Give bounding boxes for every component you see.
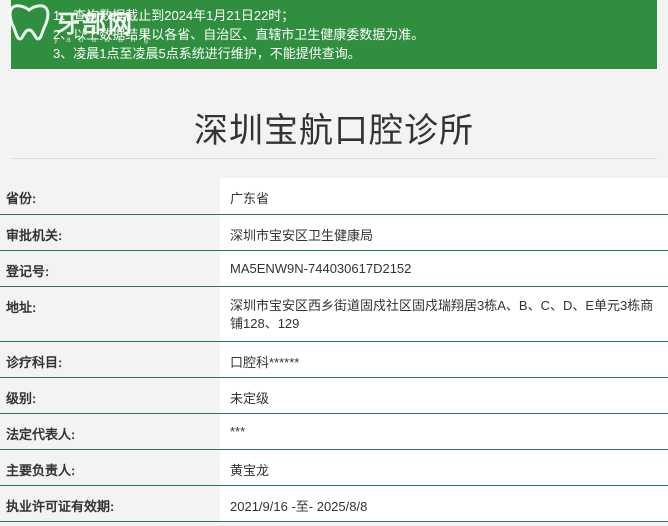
row-value-legal-rep: *** <box>220 413 668 449</box>
row-value-departments: 口腔科****** <box>220 341 668 377</box>
table-row: 审批机关: 深圳市宝安区卫生健康局 <box>0 214 668 250</box>
title-divider <box>11 158 657 159</box>
row-label-departments: 诊疗科目: <box>0 341 220 377</box>
table-row: 诊疗科目: 口腔科****** <box>0 341 668 377</box>
row-label-registration: 登记号: <box>0 250 220 286</box>
row-label-province: 省份: <box>0 178 220 214</box>
table-row: 登记号: MA5ENW9N-744030617D2152 <box>0 250 668 286</box>
table-row: 法定代表人: *** <box>0 413 668 449</box>
table-row: 级别: 未定级 <box>0 377 668 413</box>
row-value-level: 未定级 <box>220 377 668 413</box>
address-text: 深圳市宝安区西乡街道固戍社区固戍瑞翔居3栋A、B、C、D、E单元3栋商铺128、… <box>230 297 654 331</box>
table-row: 执业许可证有效期: 2021/9/16 -至- 2025/8/8 <box>0 485 668 521</box>
row-label-license-validity: 执业许可证有效期: <box>0 485 220 521</box>
table-row: 省份: 广东省 <box>0 178 668 214</box>
row-value-authority: 深圳市宝安区卫生健康局 <box>220 214 668 250</box>
table-row: 主要负责人: 黄宝龙 <box>0 449 668 485</box>
notice-banner: 1、查询数据截止到2024年1月21日22时； 2、以上数据结果以各省、自治区、… <box>11 0 657 69</box>
row-label-level: 级别: <box>0 377 220 413</box>
notice-line-2: 2、以上数据结果以各省、自治区、直辖市卫生健康委数据为准。 <box>53 27 425 42</box>
row-value-registration: MA5ENW9N-744030617D2152 <box>220 250 668 286</box>
table-row: 地址: 深圳市宝安区西乡街道固戍社区固戍瑞翔居3栋A、B、C、D、E单元3栋商铺… <box>0 286 668 341</box>
row-label-address: 地址: <box>0 286 220 341</box>
clinic-info-table: 省份: 广东省 审批机关: 深圳市宝安区卫生健康局 登记号: MA5ENW9N-… <box>0 178 668 522</box>
row-label-authority: 审批机关: <box>0 214 220 250</box>
row-value-license-validity: 2021/9/16 -至- 2025/8/8 <box>220 485 668 521</box>
title-area: 深圳宝航口腔诊所 <box>0 69 668 179</box>
page-title: 深圳宝航口腔诊所 <box>194 112 474 150</box>
row-value-address: 深圳市宝安区西乡街道固戍社区固戍瑞翔居3栋A、B、C、D、E单元3栋商铺128、… <box>220 286 668 341</box>
row-label-principal: 主要负责人: <box>0 449 220 485</box>
notice-line-1: 1、查询数据截止到2024年1月21日22时； <box>53 8 295 23</box>
row-value-province: 广东省 <box>220 178 668 214</box>
row-label-legal-rep: 法定代表人: <box>0 413 220 449</box>
row-value-principal: 黄宝龙 <box>220 449 668 485</box>
notice-line-3: 3、凌晨1点至凌晨5点系统进行维护，不能提供查询。 <box>53 46 361 61</box>
